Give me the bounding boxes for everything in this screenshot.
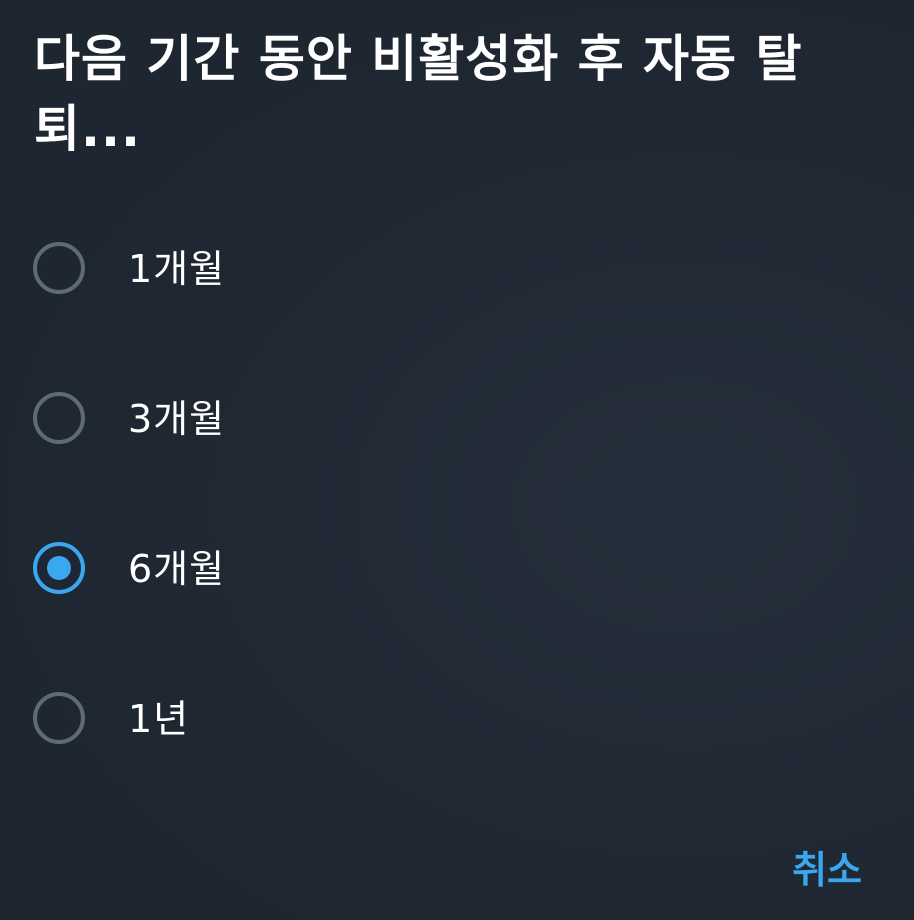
radio-button[interactable] — [33, 692, 85, 744]
dialog-title: 다음 기간 동안 비활성화 후 자동 탈퇴... — [34, 30, 803, 158]
option-label: 1년 — [128, 697, 190, 741]
option-1-month[interactable]: 1개월 — [0, 212, 914, 332]
option-label: 1개월 — [128, 247, 226, 291]
option-1-year[interactable]: 1년 — [0, 662, 914, 782]
radio-button[interactable] — [33, 242, 85, 294]
cancel-button[interactable]: 취소 — [788, 842, 866, 898]
option-6-months[interactable]: 6개월 — [0, 512, 914, 632]
option-label: 3개월 — [128, 397, 226, 441]
radio-selected-dot — [47, 556, 71, 580]
radio-button-selected[interactable] — [33, 542, 85, 594]
option-3-months[interactable]: 3개월 — [0, 362, 914, 482]
auto-leave-dialog: 다음 기간 동안 비활성화 후 자동 탈퇴... 1개월 3개월 6개월 1년 … — [0, 0, 914, 920]
option-label: 6개월 — [128, 547, 226, 591]
radio-button[interactable] — [33, 392, 85, 444]
